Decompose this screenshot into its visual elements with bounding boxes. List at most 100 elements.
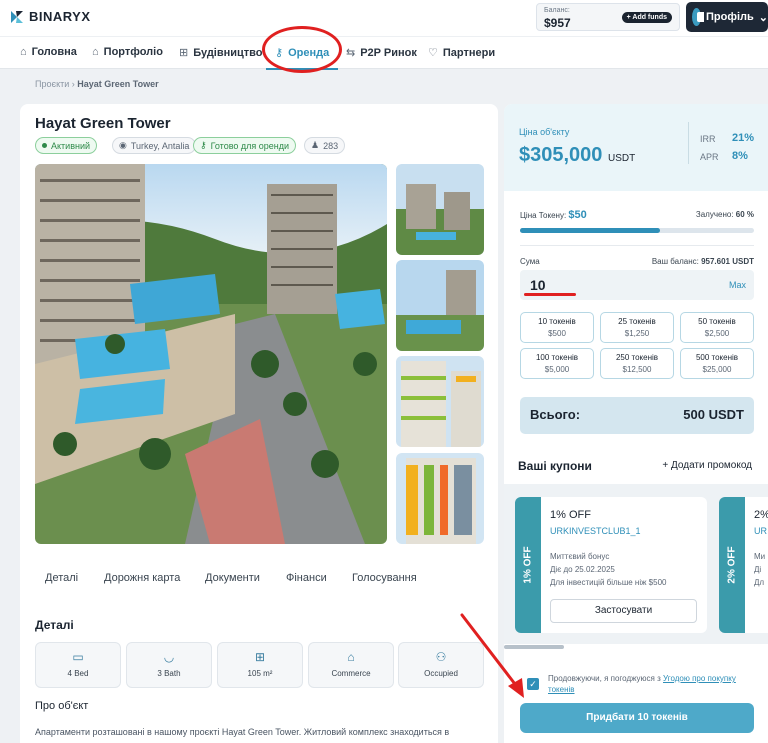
- property-card: Hayat Green Tower Активний ◉ Turkey, Anta…: [20, 104, 498, 743]
- carousel-scrollbar[interactable]: [504, 645, 564, 649]
- tab-documents[interactable]: Документи: [205, 572, 260, 584]
- annotation-underline: [524, 293, 576, 296]
- funding-progress-bar: [520, 228, 754, 233]
- nav-label: Портфоліо: [103, 46, 163, 58]
- tab-roadmap[interactable]: Дорожня карта: [104, 572, 180, 584]
- feature-label: Occupied: [424, 669, 458, 678]
- token-count: 10 токенів: [538, 317, 576, 326]
- divider: [520, 245, 754, 246]
- agree-checkbox[interactable]: ✓: [527, 678, 539, 690]
- token-price-label: Ціна Токену:: [520, 211, 567, 220]
- status-text: Активний: [51, 140, 90, 151]
- total-box: Всього: 500 USDT: [520, 397, 754, 434]
- irr-label: IRR: [700, 134, 716, 144]
- nav-item-home[interactable]: ⌂ Головна: [20, 46, 77, 58]
- feature-type: ⌂ Commerce: [308, 642, 394, 688]
- tab-finance[interactable]: Фінанси: [286, 572, 327, 584]
- balance-label: Ваш баланс:: [651, 257, 699, 266]
- area-icon: ⊞: [254, 650, 266, 664]
- coupon-side-text: 1% OFF: [522, 546, 534, 584]
- coupon-side: 1% OFF: [515, 497, 541, 633]
- breadcrumb: Проєкти › Hayat Green Tower: [35, 79, 159, 89]
- token-option-25[interactable]: 25 токенів $1,250: [600, 312, 674, 343]
- status-dot-icon: [42, 143, 47, 148]
- feature-area: ⊞ 105 m²: [217, 642, 303, 688]
- token-count: 250 токенів: [615, 353, 659, 362]
- coupon-line: Діє до 25.02.2025: [550, 565, 615, 574]
- coupon-line: Дл: [754, 578, 765, 587]
- feature-label: 3 Bath: [157, 669, 181, 678]
- nav-item-construction[interactable]: ⊞ Будівництво: [179, 46, 263, 60]
- token-count: 50 токенів: [698, 317, 736, 326]
- thumbnail-3[interactable]: [396, 356, 484, 447]
- thumbnail-4[interactable]: [396, 453, 484, 544]
- token-price: Ціна Токену: $50: [520, 209, 587, 221]
- logo-text: BINARYX: [29, 9, 91, 24]
- token-price: $500: [548, 329, 566, 338]
- coupon-card: 2% OFF 2% UR Ми Ді Дл: [719, 497, 768, 633]
- price-header: Ціна об'єкту $305,000 USDT IRR 21% APR 8%: [504, 104, 768, 191]
- raised-value: 60 %: [735, 210, 754, 219]
- token-count: 500 токенів: [695, 353, 739, 362]
- invest-panel: Ціна об'єкту $305,000 USDT IRR 21% APR 8% …: [504, 104, 768, 743]
- object-price-value: $305,000: [519, 144, 603, 166]
- bath-icon: ◡: [163, 650, 175, 664]
- sum-label: Сума: [520, 257, 540, 266]
- handshake-icon: ♡: [428, 47, 438, 59]
- thumbnail-2[interactable]: [396, 260, 484, 351]
- investors-count: 283: [323, 140, 339, 151]
- nav-item-portfolio[interactable]: ⌂ Портфоліо: [92, 46, 163, 58]
- avatar: [692, 8, 704, 26]
- thumbnail-1[interactable]: [396, 164, 484, 255]
- portfolio-icon: ⌂: [92, 46, 99, 58]
- breadcrumb-root[interactable]: Проєкти: [35, 79, 69, 89]
- top-bar: BINARYX Баланс: $957 + Add funds Профіль…: [0, 0, 768, 36]
- profile-button[interactable]: Профіль ⌄: [686, 2, 768, 32]
- people-icon: ⚇: [435, 650, 447, 664]
- rent-badge: ⚷ Готово для оренди: [193, 137, 297, 154]
- logo[interactable]: BINARYX: [10, 9, 91, 24]
- apply-coupon-button[interactable]: Застосувати: [550, 599, 697, 623]
- home-icon: ⌂: [20, 46, 27, 58]
- token-price: $25,000: [702, 365, 732, 374]
- description-text: Апартаменти розташовані в нашому проєкті…: [35, 727, 450, 737]
- rent-text: Готово для оренди: [210, 140, 290, 151]
- coupon-title: 2%: [754, 509, 768, 521]
- token-option-100[interactable]: 100 токенів $5,000: [520, 348, 594, 379]
- apr-value: 8%: [732, 150, 748, 162]
- house-icon: ⌂: [347, 650, 355, 664]
- main-nav: ⌂ Головна ⌂ Портфоліо ⊞ Будівництво ⚷ Оренда…: [0, 36, 768, 70]
- coupon-card: 1% OFF 1% OFF URKINVESTCLUB1_1 Миттєвий …: [515, 497, 707, 633]
- token-price: $5,000: [544, 365, 570, 374]
- token-option-50[interactable]: 50 токенів $2,500: [680, 312, 754, 343]
- buy-tokens-button[interactable]: Придбати 10 токенів: [520, 703, 754, 733]
- token-option-10[interactable]: 10 токенів $500: [520, 312, 594, 343]
- apr-stat: APR 8%: [700, 150, 748, 162]
- agree-text: Продовжуючи, я погоджуюся з Угодою про п…: [548, 673, 753, 695]
- wallet-balance: Ваш баланс: 957.601 USDT: [652, 257, 754, 266]
- chevron-down-icon: ⌄: [758, 11, 768, 24]
- add-funds-button[interactable]: + Add funds: [621, 12, 672, 23]
- apr-label: APR: [700, 152, 719, 162]
- annotation-circle: [262, 26, 342, 73]
- object-price-label: Ціна об'єкту: [519, 127, 570, 137]
- add-promo-button[interactable]: + Додати промокод: [662, 460, 752, 471]
- max-button[interactable]: Max: [729, 280, 746, 290]
- tab-details[interactable]: Деталі: [45, 572, 78, 584]
- status-badge: Активний: [35, 137, 97, 154]
- token-option-250[interactable]: 250 токенів $12,500: [600, 348, 674, 379]
- object-price: $305,000 USDT: [519, 144, 635, 167]
- nav-item-p2p[interactable]: ⇆ P2P Ринок: [346, 46, 417, 60]
- agree-prefix: Продовжуючи, я погоджуюся з: [548, 674, 664, 683]
- amount-value: 10: [530, 277, 546, 293]
- tab-voting[interactable]: Голосування: [352, 572, 417, 584]
- token-count: 100 токенів: [535, 353, 579, 362]
- coupon-side: 2% OFF: [719, 497, 745, 633]
- total-label: Всього:: [530, 407, 581, 422]
- coupon-title: 1% OFF: [550, 509, 591, 521]
- nav-item-partners[interactable]: ♡ Партнери: [428, 46, 495, 60]
- main-property-photo[interactable]: [35, 164, 387, 544]
- coupon-line: Ми: [754, 552, 766, 561]
- token-option-500[interactable]: 500 токенів $25,000: [680, 348, 754, 379]
- irr-stat: IRR 21%: [700, 132, 754, 144]
